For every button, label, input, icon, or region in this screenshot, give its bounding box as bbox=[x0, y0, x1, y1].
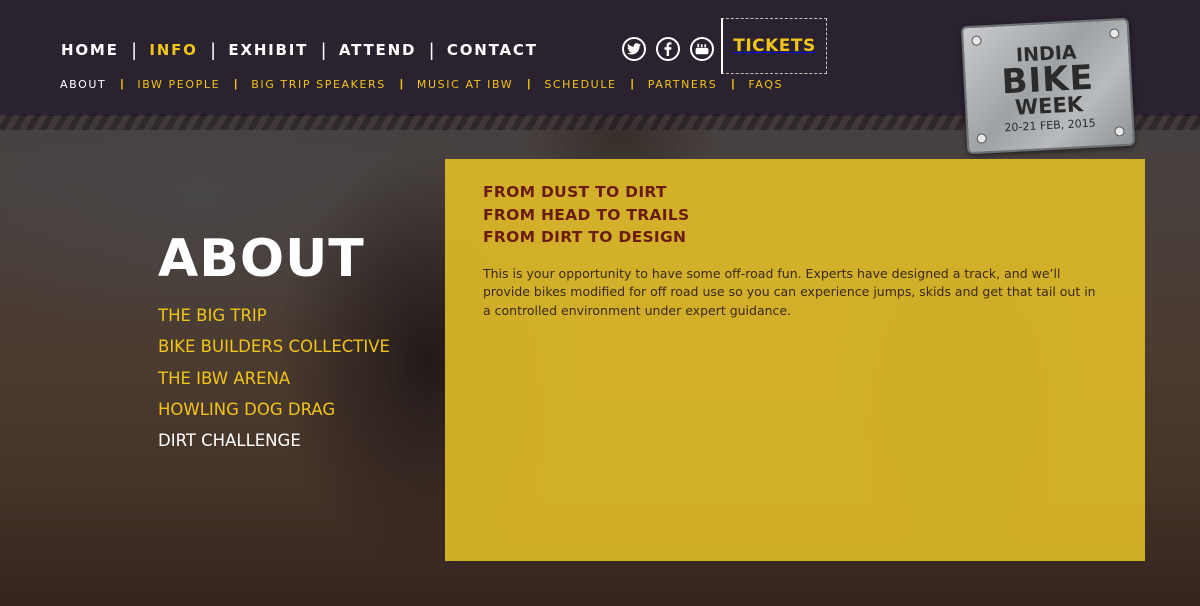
tagline-line: FROM DIRT TO DESIGN bbox=[483, 228, 687, 246]
side-menu-item-dirt-challenge[interactable]: DIRT CHALLENGE bbox=[158, 428, 390, 459]
subnav-faqs[interactable]: FAQS bbox=[748, 78, 783, 91]
logo-line-week: WEEK bbox=[1014, 91, 1084, 120]
subnav-music-at-ibw[interactable]: MUSIC AT IBW bbox=[417, 78, 513, 91]
bolt-icon bbox=[976, 133, 987, 144]
side-menu-item-the-big-trip[interactable]: THE BIG TRIP bbox=[158, 303, 390, 334]
subnav-separator: | bbox=[234, 78, 238, 90]
subnav-about[interactable]: ABOUT bbox=[60, 78, 106, 91]
content-panel: FROM DUST TO DIRT FROM HEAD TO TRAILS FR… bbox=[445, 159, 1145, 561]
subnav-separator: | bbox=[630, 78, 634, 90]
subnav-ibw-people[interactable]: IBW PEOPLE bbox=[137, 78, 220, 91]
nav-separator: | bbox=[210, 39, 216, 60]
side-menu: THE BIG TRIP BIKE BUILDERS COLLECTIVE TH… bbox=[158, 303, 390, 459]
sub-nav: ABOUT | IBW PEOPLE | BIG TRIP SPEAKERS |… bbox=[60, 76, 783, 92]
subnav-separator: | bbox=[527, 78, 531, 90]
subnav-partners[interactable]: PARTNERS bbox=[648, 78, 718, 91]
nav-home[interactable]: HOME bbox=[61, 41, 119, 59]
subnav-separator: | bbox=[399, 78, 403, 90]
twitter-icon[interactable] bbox=[622, 37, 646, 61]
side-menu-item-howling-dog-drag[interactable]: HOWLING DOG DRAG bbox=[158, 397, 390, 428]
panel-body-text: This is your opportunity to have some of… bbox=[483, 265, 1096, 318]
youtube-icon[interactable] bbox=[690, 37, 714, 61]
nav-separator: | bbox=[321, 39, 326, 60]
nav-exhibit[interactable]: EXHIBIT bbox=[228, 41, 308, 59]
nav-info[interactable]: INFO bbox=[149, 41, 197, 59]
side-menu-item-the-ibw-arena[interactable]: THE IBW ARENA bbox=[158, 366, 390, 397]
page-title: ABOUT bbox=[158, 229, 365, 289]
main-nav: HOME | INFO | EXHIBIT | ATTEND | CONTACT bbox=[61, 39, 538, 61]
subnav-schedule[interactable]: SCHEDULE bbox=[544, 78, 616, 91]
nav-attend[interactable]: ATTEND bbox=[339, 41, 416, 59]
bolt-icon bbox=[971, 35, 982, 46]
nav-separator: | bbox=[429, 39, 434, 60]
bolt-icon bbox=[1114, 126, 1125, 137]
facebook-icon[interactable] bbox=[656, 37, 680, 61]
subnav-big-trip-speakers[interactable]: BIG TRIP SPEAKERS bbox=[251, 78, 386, 91]
tagline-line: FROM HEAD TO TRAILS bbox=[483, 205, 690, 224]
tickets-button[interactable]: TICKETS bbox=[721, 18, 827, 74]
india-bike-week-logo[interactable]: INDIA BIKE WEEK 20-21 FEB, 2015 bbox=[960, 17, 1136, 155]
side-menu-item-bike-builders-collective[interactable]: BIKE BUILDERS COLLECTIVE bbox=[158, 334, 390, 365]
subnav-separator: | bbox=[731, 78, 735, 90]
subnav-separator: | bbox=[120, 78, 124, 90]
nav-separator: | bbox=[131, 39, 137, 60]
nav-contact[interactable]: CONTACT bbox=[447, 41, 538, 59]
tickets-label: TICKETS bbox=[733, 36, 816, 56]
tagline-line: FROM DUST TO DIRT bbox=[483, 183, 667, 201]
bolt-icon bbox=[1109, 28, 1120, 39]
social-links bbox=[622, 37, 714, 61]
